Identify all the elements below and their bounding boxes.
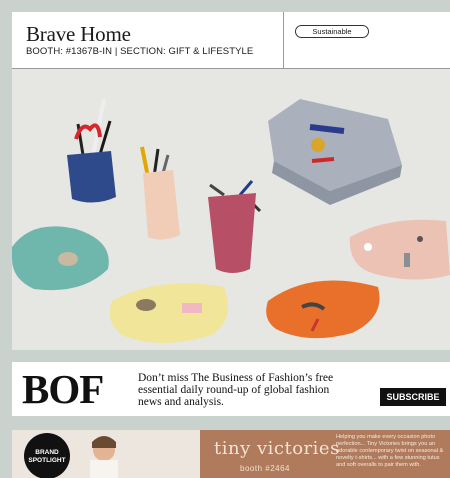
badge-line-1: BRAND xyxy=(35,449,59,456)
spotlight-blurb: Helping you make every occasion photo pe… xyxy=(336,434,444,468)
brand-spotlight-banner[interactable]: BRAND SPOTLIGHT tiny victories booth #24… xyxy=(12,430,450,478)
spotlight-brand-name[interactable]: tiny victories xyxy=(214,438,340,459)
spotlight-brand-panel: tiny victories booth #2464 Helping you m… xyxy=(200,430,450,478)
booth-info: BOOTH: #1367B-IN | SECTION: GIFT & LIFES… xyxy=(26,46,254,57)
badge-line-2: SPOTLIGHT xyxy=(28,457,66,464)
sustainable-tag[interactable]: Sustainable xyxy=(295,25,369,38)
bof-logo[interactable]: BOF xyxy=(22,365,104,413)
brand-card[interactable]: Brave Home BOOTH: #1367B-IN | SECTION: G… xyxy=(12,12,450,350)
brand-title[interactable]: Brave Home xyxy=(26,22,131,47)
bof-ad-banner[interactable]: BOF Don’t miss The Business of Fashion’s… xyxy=(12,362,450,416)
brand-header: Brave Home BOOTH: #1367B-IN | SECTION: G… xyxy=(12,12,450,69)
header-divider xyxy=(283,12,284,68)
spotlight-photo: BRAND SPOTLIGHT xyxy=(12,430,200,478)
product-photo[interactable] xyxy=(12,69,450,350)
ad-text: Don’t miss The Business of Fashion’s fre… xyxy=(138,372,334,408)
subscribe-button[interactable]: SUBSCRIBE xyxy=(380,388,446,406)
brand-spotlight-badge: BRAND SPOTLIGHT xyxy=(24,433,70,478)
spotlight-booth: booth #2464 xyxy=(240,464,290,473)
